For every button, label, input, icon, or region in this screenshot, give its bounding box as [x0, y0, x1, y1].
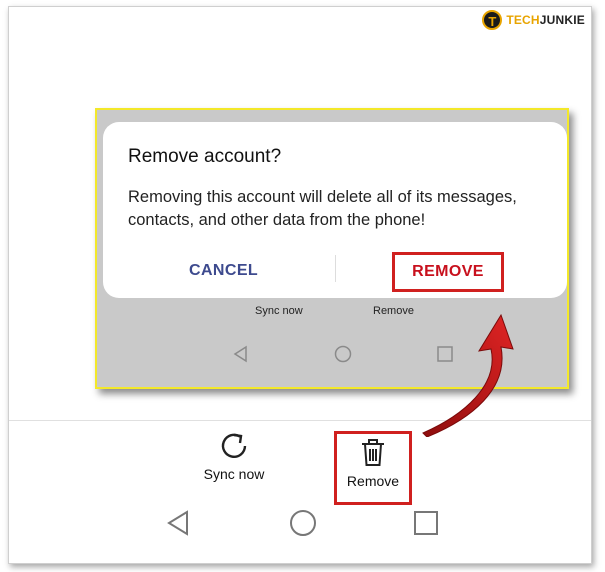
- refresh-icon: [221, 433, 247, 459]
- dialog-message: Removing this account will delete all of…: [128, 188, 517, 229]
- sync-now-button[interactable]: Sync now: [199, 431, 269, 482]
- home-icon[interactable]: [289, 509, 317, 537]
- button-divider: [335, 255, 336, 282]
- inset-remove-label: Remove: [373, 305, 414, 317]
- remove-confirm-label: REMOVE: [412, 263, 484, 280]
- inset-back-icon: [233, 345, 247, 363]
- logo-text: TECHJUNKIE: [506, 13, 585, 27]
- screenshot-frame: T TECHJUNKIE Remove account? Removing th…: [8, 6, 592, 564]
- sync-now-label: Sync now: [203, 466, 265, 482]
- recents-icon[interactable]: [412, 509, 440, 537]
- logo-badge-icon: T: [482, 10, 503, 30]
- inset-home-icon: [334, 345, 352, 363]
- inset-sync-now-label: Sync now: [255, 305, 303, 317]
- remove-account-dialog: Remove account? Removing this account wi…: [103, 122, 567, 298]
- back-icon[interactable]: [165, 509, 193, 537]
- remove-account-button[interactable]: Remove: [334, 431, 412, 505]
- dialog-title: Remove account?: [128, 146, 282, 167]
- logo-text-tech: TECH: [506, 13, 540, 27]
- remove-label: Remove: [346, 473, 400, 489]
- cancel-button[interactable]: CANCEL: [189, 262, 258, 280]
- techjunkie-logo: T TECHJUNKIE: [482, 9, 585, 31]
- remove-confirm-button[interactable]: REMOVE: [392, 252, 504, 292]
- trash-icon: [362, 439, 384, 466]
- logo-text-junkie: JUNKIE: [539, 13, 585, 27]
- curved-arrow-icon: [422, 313, 514, 437]
